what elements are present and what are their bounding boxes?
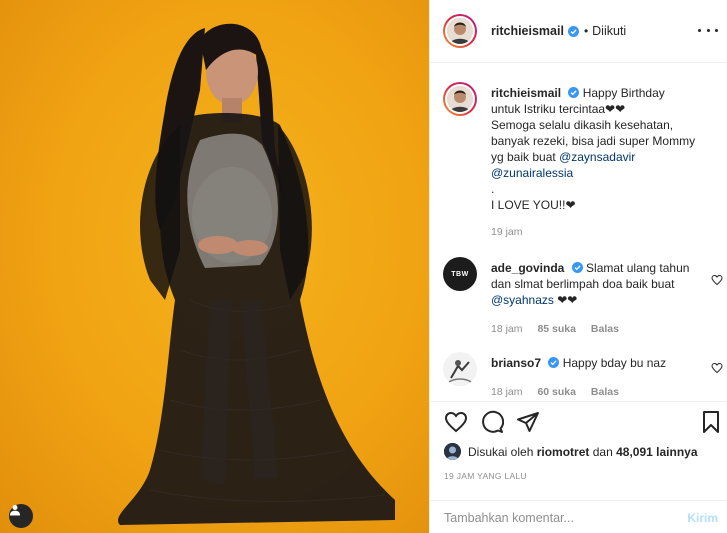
- comment-username[interactable]: brianso7: [491, 356, 541, 370]
- caption-line-4: I LOVE YOU!!❤: [491, 198, 576, 212]
- verified-badge-icon: [548, 357, 560, 368]
- mention-link[interactable]: @syahnazs: [491, 293, 554, 307]
- author-username[interactable]: ritchieismail: [491, 24, 564, 38]
- liker-avatar[interactable]: [444, 443, 461, 460]
- likes-prefix: Disukai oleh: [468, 444, 534, 459]
- mention-link[interactable]: @zaynsadavir: [559, 150, 635, 164]
- user-tag-button[interactable]: [9, 504, 33, 528]
- header-separator: •: [583, 24, 589, 38]
- post-comment-button[interactable]: Kirim: [687, 511, 718, 525]
- likes-joiner: dan: [592, 444, 613, 459]
- author-avatar[interactable]: [443, 14, 477, 48]
- comment-suffix: ❤❤: [557, 293, 578, 307]
- likes-count-link[interactable]: 48,091 lainnya: [616, 445, 697, 459]
- mention-link[interactable]: @zunairalessia: [491, 166, 573, 180]
- verified-badge-icon: [568, 87, 580, 98]
- paper-plane-icon[interactable]: [516, 410, 540, 434]
- commenter-avatar[interactable]: TBW: [443, 257, 477, 291]
- post-timestamp[interactable]: 19 JAM YANG LALU: [444, 471, 527, 481]
- reply-button[interactable]: Balas: [591, 386, 619, 398]
- caption-author-avatar[interactable]: [443, 82, 477, 116]
- more-options-icon[interactable]: [698, 22, 718, 38]
- post-sidebar: ritchieismail • Diikuti ritchieismail Ha…: [429, 0, 727, 533]
- heart-icon[interactable]: [711, 274, 723, 286]
- comment-input[interactable]: [444, 511, 688, 525]
- comment-time[interactable]: 18 jam: [491, 323, 523, 335]
- post-header: ritchieismail • Diikuti: [430, 0, 727, 63]
- post-photo[interactable]: [0, 0, 429, 533]
- heart-icon[interactable]: [444, 410, 468, 434]
- comment-likes-count[interactable]: 60 suka: [537, 386, 576, 398]
- verified-badge-icon: [567, 25, 579, 37]
- heart-icon[interactable]: [711, 362, 723, 374]
- user-tag-icon: [10, 505, 20, 516]
- caption-line-3: .: [491, 182, 495, 196]
- caption-time[interactable]: 19 jam: [491, 226, 523, 238]
- bookmark-icon[interactable]: [699, 410, 723, 434]
- comments-list[interactable]: ritchieismail Happy Birthday untuk Istri…: [430, 64, 727, 400]
- commenter-avatar[interactable]: [443, 352, 477, 386]
- comment-likes-count[interactable]: 85 suka: [537, 323, 576, 335]
- verified-badge-icon: [571, 262, 583, 273]
- caption-username[interactable]: ritchieismail: [491, 86, 561, 100]
- post-actions-section: Disukai oleh riomotret dan 48,091 lainny…: [430, 401, 727, 533]
- add-comment-form: Kirim: [430, 500, 727, 533]
- comment-username[interactable]: ade_govinda: [491, 261, 564, 275]
- reply-button[interactable]: Balas: [591, 323, 619, 335]
- post-photo-illustration: [117, 23, 396, 526]
- liker-username[interactable]: riomotret: [537, 445, 590, 459]
- comment-time[interactable]: 18 jam: [491, 386, 523, 398]
- comment-bubble-icon[interactable]: [480, 410, 504, 434]
- comment-text: Happy bday bu naz: [562, 356, 667, 370]
- action-bar: [444, 410, 719, 436]
- follow-status-button[interactable]: Diikuti: [592, 24, 626, 38]
- likes-summary: Disukai oleh riomotret dan 48,091 lainny…: [444, 443, 698, 460]
